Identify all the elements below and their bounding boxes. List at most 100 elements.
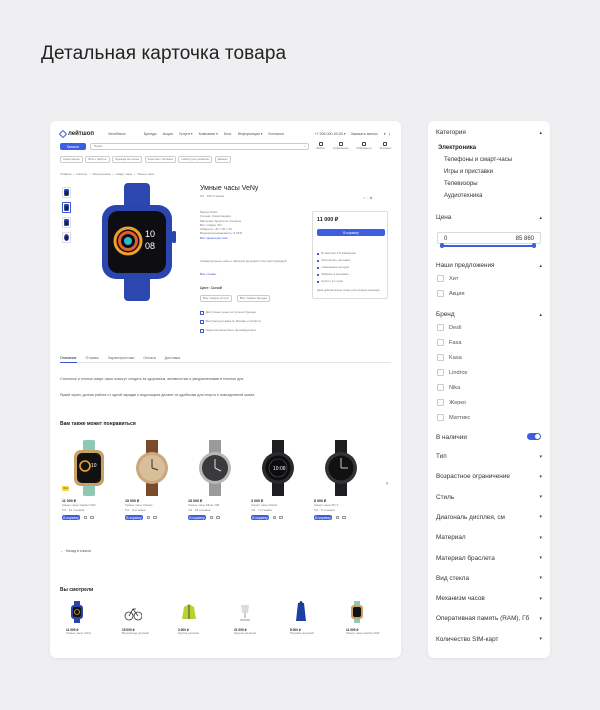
add-to-cart-button[interactable]: В корзину [62, 515, 80, 520]
product-image[interactable] [318, 440, 364, 496]
viewed-item[interactable]: 11 000 ₽ Смарт-часы Garden 003 [340, 601, 386, 645]
product-card[interactable]: 15 000 ₽ Умные часы Silver 108 4.9 · 18 от… [186, 437, 244, 537]
buy-option[interactable]: В наличии в 5 магазинах [317, 251, 356, 256]
offer-checkbox[interactable]: Хит [437, 275, 458, 282]
product-image[interactable]: 10 [66, 440, 112, 496]
heart-icon[interactable] [279, 515, 283, 519]
buy-option[interactable]: Купить в 1 клик [317, 279, 343, 284]
tab-2[interactable]: Отзывы [86, 355, 99, 362]
price-to[interactable]: 85 860 [516, 236, 534, 242]
filter-group-header[interactable]: Вид стекла ▾ [436, 575, 542, 582]
filter-brand-header[interactable]: Бренд ▴ [436, 311, 542, 318]
filter-group-header[interactable]: Материал ▾ [436, 534, 542, 541]
viewed-name[interactable]: Велосипед детский [122, 631, 162, 636]
breadcrumb-item[interactable]: Каталог [76, 172, 87, 177]
nav-link[interactable]: Блог [224, 132, 232, 136]
heart-icon[interactable] [216, 515, 220, 519]
header-action[interactable]: Войти [317, 142, 325, 150]
category-option[interactable]: Аудиотехника [444, 193, 482, 199]
viewed-item[interactable]: 15 000 ₽ Велосипед детский [116, 601, 162, 645]
filter-group-header[interactable]: Диагональ дисплея, см ▾ [436, 514, 542, 521]
chevron-right-icon[interactable]: › [386, 481, 388, 487]
product-main-image[interactable]: 10 08 [88, 183, 186, 301]
viewed-name[interactable]: Смарт-часы Garden 003 [346, 631, 386, 636]
quick-link-chip[interactable]: Домкат [214, 156, 231, 164]
breadcrumb-item[interactable]: Умные часы [137, 172, 154, 177]
viewed-item[interactable]: 3 000 ₽ Куртка детская [172, 601, 218, 645]
quick-link-chip[interactable]: Комплект питания [144, 156, 176, 164]
compare-icon[interactable] [84, 515, 88, 519]
category-option-selected[interactable]: Электроника [438, 145, 476, 151]
viewed-item[interactable]: 8 000 ₽ Пуховик женский [284, 601, 330, 645]
user-icon[interactable]: ● [384, 132, 386, 136]
city-select[interactable]: Челябинск [108, 132, 126, 136]
logo[interactable]: лейтшоп [58, 129, 94, 139]
brand-checkbox[interactable]: Kasa [437, 354, 462, 361]
checkbox[interactable] [437, 354, 444, 361]
nav-link[interactable]: Услуги ▾ [179, 132, 193, 136]
buy-option[interactable]: Забрать в магазине [317, 272, 349, 277]
viewed-item[interactable]: 11 000 ₽ Умные часы VeNy [60, 601, 106, 645]
filter-group-header[interactable]: Тип ▾ [436, 453, 542, 460]
heart-icon[interactable] [90, 515, 94, 519]
slider-handle-min[interactable] [439, 243, 445, 249]
viewed-image[interactable] [68, 601, 86, 623]
nav-link[interactable]: Информация ▾ [238, 132, 263, 136]
category-option[interactable]: Игры и приставки [444, 169, 493, 175]
share-icon[interactable]: ⇪ ♡ ⇄ [363, 196, 372, 201]
breadcrumb-item[interactable]: Электроника [92, 172, 110, 177]
compare-icon[interactable] [336, 515, 340, 519]
product-card[interactable]: 10:08 3 000 ₽ Смарт-часы Nordix 4.8 · 7 отз… [249, 437, 307, 537]
viewed-name[interactable]: Кресло-качалка [234, 631, 274, 636]
spec-line[interactable]: Все характеристики [200, 236, 242, 241]
viewed-image[interactable] [124, 601, 143, 623]
thumbnail[interactable] [62, 187, 71, 198]
viewed-image[interactable] [180, 601, 198, 623]
checkbox[interactable] [437, 384, 444, 391]
product-link[interactable]: Все товары услуги [200, 295, 232, 303]
in-stock-toggle[interactable] [527, 433, 541, 440]
viewed-image[interactable] [236, 601, 254, 623]
price-range-input[interactable]: 0 85 860 [437, 232, 541, 244]
header-action[interactable]: Избранное [356, 142, 372, 150]
filter-offers-header[interactable]: Наши предложения ▴ [436, 262, 542, 269]
thumbnail[interactable] [62, 232, 71, 243]
all-reviews-link[interactable]: Все отзывы [200, 272, 216, 277]
breadcrumb-item[interactable]: Смарт-часы [115, 172, 132, 177]
filter-group-header[interactable]: Возрастное ограничение ▾ [436, 473, 542, 480]
callback-link[interactable]: Заказать звонок [351, 132, 378, 136]
filter-group-header[interactable]: Оперативная память (RAM), Гб ▾ [436, 615, 542, 622]
brand-checkbox[interactable]: Lindros [437, 369, 467, 376]
buy-option[interactable]: Самовывоз сегодня [317, 265, 349, 270]
thumbnail[interactable] [62, 217, 71, 228]
checkbox[interactable] [437, 339, 444, 346]
brand-checkbox[interactable]: Fasa [437, 339, 461, 346]
category-option[interactable]: Телефоны и смарт-часы [444, 157, 512, 163]
filter-price-header[interactable]: Цена ▴ [436, 214, 542, 221]
quick-link-chip[interactable]: Одежда на осень [112, 156, 143, 164]
product-image[interactable]: 10:08 [255, 440, 301, 496]
nav-link[interactable]: Компания ▾ [199, 132, 218, 136]
checkbox[interactable] [437, 324, 444, 331]
compare-icon[interactable] [210, 515, 214, 519]
filter-group-header[interactable]: Материал браслета ▾ [436, 555, 542, 562]
heart-icon[interactable] [342, 515, 346, 519]
viewed-image[interactable] [292, 601, 310, 623]
nav-link[interactable]: Контакты [269, 132, 285, 136]
search-icon[interactable]: ⌕ [304, 145, 306, 149]
product-rating[interactable]: 5.0 · 156 отзывов [200, 194, 224, 199]
product-image[interactable] [129, 440, 175, 496]
tab-3[interactable]: Характеристики [108, 355, 135, 362]
add-to-cart-button[interactable]: В корзину [317, 229, 385, 236]
search-input[interactable]: Поиск ⌕ [90, 143, 309, 150]
catalog-button[interactable]: Каталог [60, 143, 86, 150]
filter-group-header[interactable]: Количество SIM-карт ▾ [436, 636, 542, 643]
filter-group-header[interactable]: Механизм часов ▾ [436, 595, 542, 602]
brand-checkbox[interactable]: Nika [437, 384, 460, 391]
header-action[interactable]: Сравнение [333, 142, 348, 150]
quick-link-chip[interactable]: Всё о работе [85, 156, 110, 164]
checkbox[interactable] [437, 399, 444, 406]
viewed-name[interactable]: Пуховик женский [290, 631, 330, 636]
product-link[interactable]: Все товары бренда [236, 295, 270, 303]
viewed-name[interactable]: Умные часы VeNy [66, 631, 106, 636]
